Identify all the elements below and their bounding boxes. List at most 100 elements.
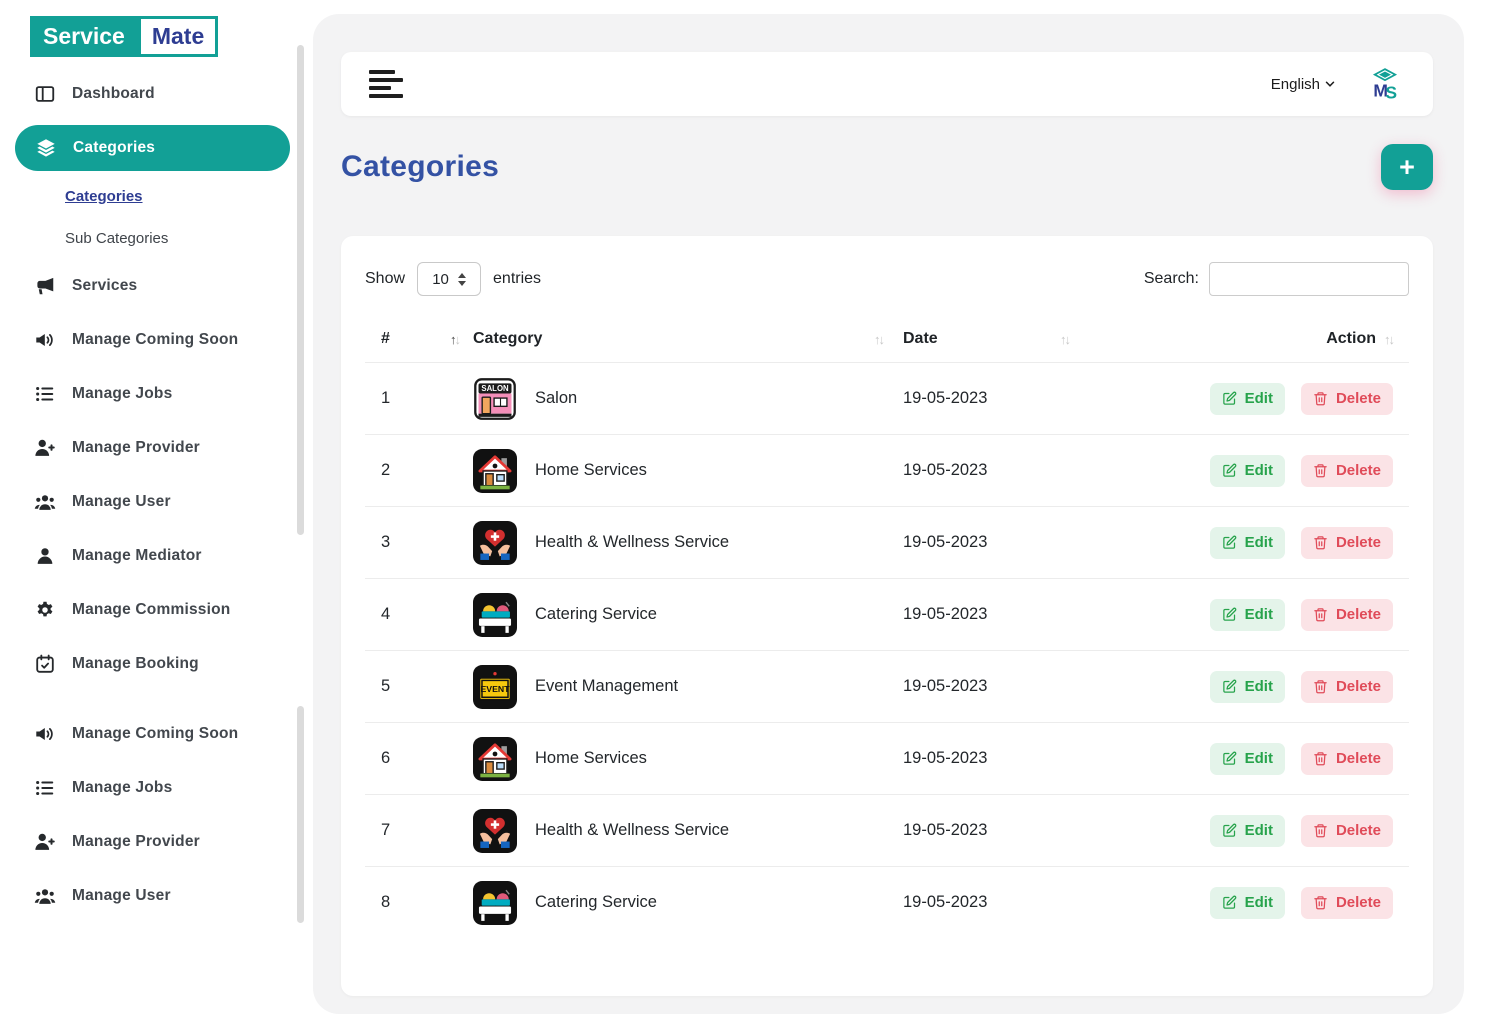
sidebar-item-manage-user[interactable]: Manage User	[0, 869, 305, 923]
table-row: 6 Home Services 19-05-2023 Edit Delete	[365, 722, 1409, 794]
sidebar-item-manage-jobs[interactable]: Manage Jobs	[0, 367, 305, 421]
sort-icon[interactable]: ↑↓	[1060, 332, 1069, 347]
catering-category-icon	[473, 593, 517, 637]
sidebar-item-manage-provider[interactable]: Manage Provider	[0, 421, 305, 475]
sidebar-nav: DashboardCategoriesCategoriesSub Categor…	[0, 67, 305, 923]
delete-button[interactable]: Delete	[1301, 527, 1393, 559]
users-icon	[34, 885, 56, 907]
row-number: 6	[381, 749, 473, 768]
row-number: 4	[381, 605, 473, 624]
row-date: 19-05-2023	[903, 893, 1093, 912]
table-row: 4 Catering Service 19-05-2023 Edit Delet…	[365, 578, 1409, 650]
delete-button[interactable]: Delete	[1301, 383, 1393, 415]
table-row: 7 Health & Wellness Service 19-05-2023 E…	[365, 794, 1409, 866]
row-number: 5	[381, 677, 473, 696]
table-row: 3 Health & Wellness Service 19-05-2023 E…	[365, 506, 1409, 578]
edit-button[interactable]: Edit	[1210, 887, 1285, 919]
column-header-num[interactable]: # ↑↓	[381, 330, 473, 348]
entries-select[interactable]: 10	[417, 262, 481, 296]
trash-icon	[1313, 751, 1328, 766]
delete-button[interactable]: Delete	[1301, 455, 1393, 487]
sidebar-item-label: Manage User	[72, 493, 171, 511]
row-date: 19-05-2023	[903, 605, 1093, 624]
sidebar-scrollbar[interactable]	[297, 706, 304, 923]
add-category-button[interactable]: +	[1381, 144, 1433, 190]
edit-button[interactable]: Edit	[1210, 743, 1285, 775]
sort-icon[interactable]: ↑↓	[1384, 332, 1393, 347]
trash-icon	[1313, 463, 1328, 478]
sidebar-item-services[interactable]: Services	[0, 259, 305, 313]
table-row: 5 EVENT Event Management 19-05-2023 Edit…	[365, 650, 1409, 722]
edit-button[interactable]: Edit	[1210, 599, 1285, 631]
sidebar-item-manage-jobs[interactable]: Manage Jobs	[0, 761, 305, 815]
brand-logo-service: Service	[30, 16, 138, 57]
table-row: 1 SALON Salon 19-05-2023 Edit Delete	[365, 362, 1409, 434]
ms-cube-logo[interactable]: MS	[1365, 64, 1405, 104]
edit-button[interactable]: Edit	[1210, 383, 1285, 415]
language-selector[interactable]: English	[1271, 76, 1337, 93]
language-label: English	[1271, 76, 1320, 93]
row-date: 19-05-2023	[903, 821, 1093, 840]
row-number: 2	[381, 461, 473, 480]
salon-category-icon: SALON	[473, 377, 517, 421]
edit-button[interactable]: Edit	[1210, 455, 1285, 487]
sidebar-subitem-sub-categories[interactable]: Sub Categories	[0, 217, 305, 259]
sidebar-item-categories[interactable]: Categories	[15, 125, 290, 171]
row-date: 19-05-2023	[903, 461, 1093, 480]
speaker-icon	[34, 723, 56, 745]
svg-text:S: S	[1385, 83, 1397, 103]
sidebar-scrollbar[interactable]	[297, 45, 304, 535]
edit-pencil-icon	[1222, 895, 1237, 910]
svg-text:SALON: SALON	[481, 384, 509, 393]
event-category-icon: EVENT	[473, 665, 517, 709]
column-header-action[interactable]: Action ↑↓	[1093, 330, 1393, 348]
layers-icon	[35, 137, 57, 159]
trash-icon	[1313, 895, 1328, 910]
edit-button[interactable]: Edit	[1210, 815, 1285, 847]
delete-button[interactable]: Delete	[1301, 815, 1393, 847]
sort-icon[interactable]: ↑↓	[874, 332, 883, 347]
chevron-down-icon	[1323, 77, 1337, 91]
category-name: Health & Wellness Service	[535, 821, 729, 840]
sidebar-item-dashboard[interactable]: Dashboard	[0, 67, 305, 121]
delete-button[interactable]: Delete	[1301, 599, 1393, 631]
catering-category-icon	[473, 881, 517, 925]
table-row: 2 Home Services 19-05-2023 Edit Delete	[365, 434, 1409, 506]
user-plus-icon	[34, 437, 56, 459]
delete-button[interactable]: Delete	[1301, 671, 1393, 703]
sidebar-item-manage-user[interactable]: Manage User	[0, 475, 305, 529]
delete-button[interactable]: Delete	[1301, 887, 1393, 919]
column-header-date[interactable]: Date ↑↓	[903, 330, 1093, 348]
sidebar-item-manage-provider[interactable]: Manage Provider	[0, 815, 305, 869]
row-number: 8	[381, 893, 473, 912]
edit-pencil-icon	[1222, 751, 1237, 766]
sidebar-subitem-categories[interactable]: Categories	[0, 175, 305, 217]
trash-icon	[1313, 823, 1328, 838]
sidebar-item-manage-mediator[interactable]: Manage Mediator	[0, 529, 305, 583]
edit-button[interactable]: Edit	[1210, 671, 1285, 703]
megaphone-icon	[34, 275, 56, 297]
users-icon	[34, 491, 56, 513]
table-body: 1 SALON Salon 19-05-2023 Edit Delete 2 H…	[365, 362, 1409, 938]
edit-pencil-icon	[1222, 391, 1237, 406]
sidebar-item-label: Manage Coming Soon	[72, 331, 238, 349]
search-input[interactable]	[1209, 262, 1409, 296]
edit-button[interactable]: Edit	[1210, 527, 1285, 559]
search-label: Search:	[1144, 270, 1199, 288]
brand-logo[interactable]: Service Mate	[30, 16, 218, 57]
row-number: 1	[381, 389, 473, 408]
sidebar-item-label: Manage User	[72, 887, 171, 905]
svg-text:EVENT: EVENT	[481, 684, 511, 694]
sidebar-item-manage-commission[interactable]: Manage Commission	[0, 583, 305, 637]
sidebar-item-manage-coming-soon[interactable]: Manage Coming Soon	[0, 707, 305, 761]
sidebar-item-manage-booking[interactable]: Manage Booking	[0, 637, 305, 691]
column-header-category[interactable]: Category ↑↓	[473, 330, 903, 348]
category-name: Catering Service	[535, 605, 657, 624]
menu-icon[interactable]	[369, 70, 403, 98]
sidebar: Service Mate DashboardCategoriesCategori…	[0, 0, 305, 923]
sidebar-item-manage-coming-soon[interactable]: Manage Coming Soon	[0, 313, 305, 367]
delete-button[interactable]: Delete	[1301, 743, 1393, 775]
edit-pencil-icon	[1222, 535, 1237, 550]
sort-icon[interactable]: ↑↓	[450, 332, 459, 347]
sidebar-item-label: Manage Jobs	[72, 779, 172, 797]
